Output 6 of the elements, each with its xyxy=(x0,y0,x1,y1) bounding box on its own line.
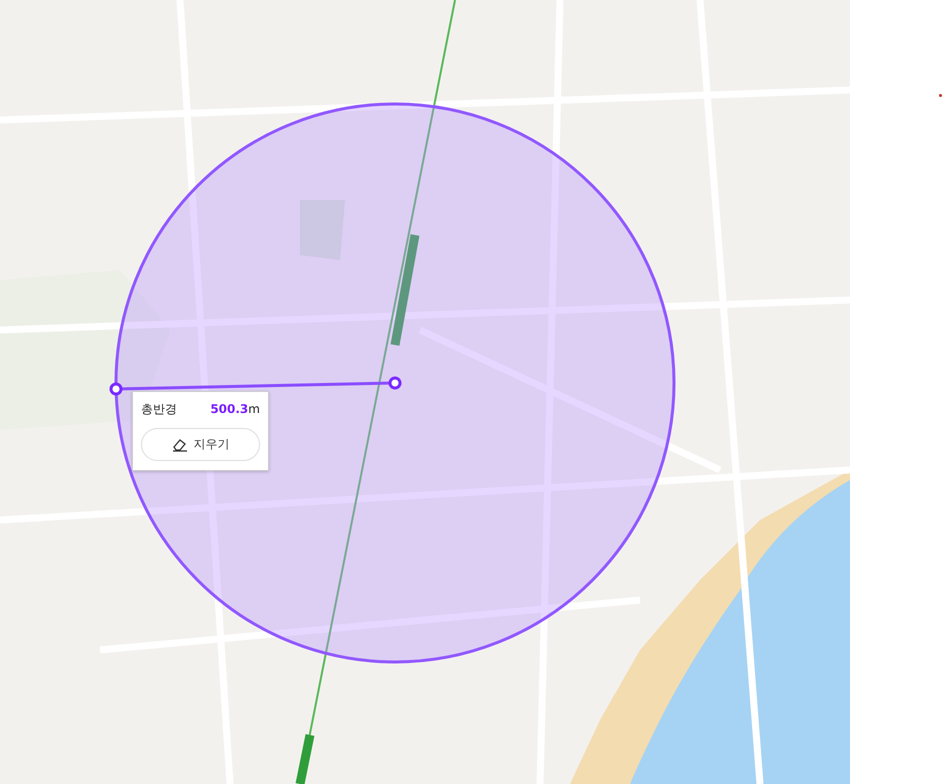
radius-value: 500.3m xyxy=(210,402,260,416)
marker-dot xyxy=(939,94,942,97)
eraser-icon xyxy=(172,438,188,452)
radius-line[interactable] xyxy=(110,376,402,396)
radius-label: 총반경 xyxy=(141,401,177,418)
clear-button[interactable]: 지우기 xyxy=(141,428,260,461)
